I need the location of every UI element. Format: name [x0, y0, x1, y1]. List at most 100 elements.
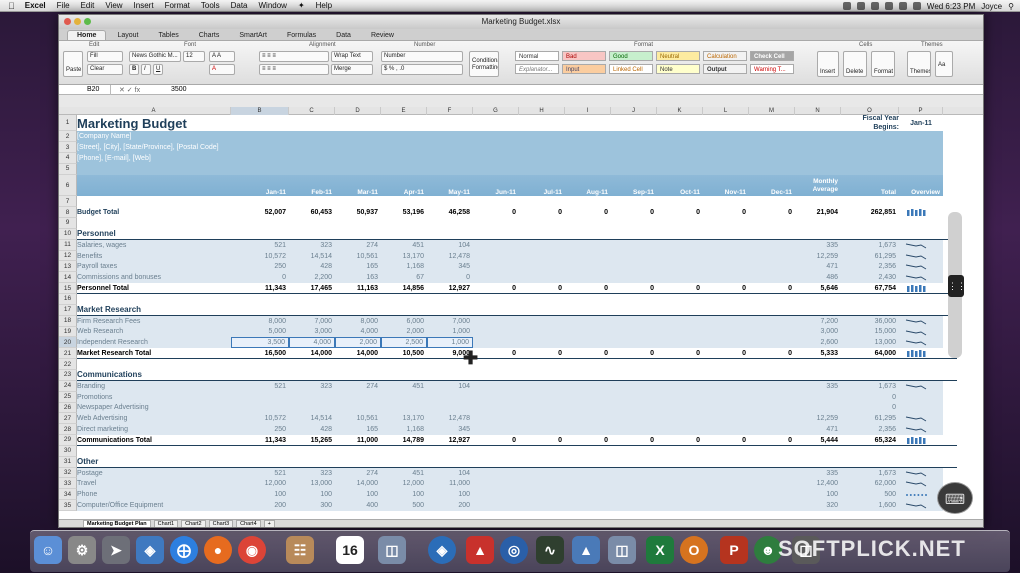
overview-header[interactable]: Overview — [899, 175, 943, 196]
value-cell[interactable]: 400 — [335, 500, 381, 511]
row-number[interactable]: 14 — [59, 272, 77, 284]
value-cell[interactable]: 300 — [289, 500, 335, 511]
total-cell[interactable]: 1,673 — [841, 381, 899, 392]
value-cell[interactable]: 165 — [335, 261, 381, 272]
value-cell[interactable]: 274 — [335, 240, 381, 251]
row-label[interactable]: Newspaper Advertising — [77, 403, 231, 414]
style-neutral[interactable]: Neutral — [656, 51, 700, 61]
total-cell[interactable]: 500 — [841, 489, 899, 500]
value-cell[interactable]: 451 — [381, 240, 427, 251]
value-cell[interactable]: 200 — [231, 500, 289, 511]
tab-layout[interactable]: Layout — [108, 31, 147, 40]
value-cell[interactable]: 100 — [381, 489, 427, 500]
column-header-i[interactable]: I — [565, 107, 611, 115]
row-number[interactable]: 22 — [59, 359, 77, 370]
total-cell[interactable]: 13,000 — [841, 337, 899, 348]
value-cell[interactable]: 60,453 — [289, 207, 335, 218]
menu-file[interactable]: File — [57, 1, 70, 10]
calendar-icon[interactable]: 16 — [336, 536, 364, 564]
row-label[interactable]: Benefits — [77, 251, 231, 262]
total-cell[interactable]: 36,000 — [841, 316, 899, 327]
row-number[interactable]: 29 — [59, 435, 77, 446]
contacts-icon[interactable]: ☷ — [286, 536, 314, 564]
row-number[interactable]: 5 — [59, 163, 77, 175]
status-icon[interactable] — [870, 2, 879, 10]
column-header-e[interactable]: E — [381, 107, 427, 115]
column-header-b[interactable]: B — [231, 107, 289, 115]
row-number[interactable]: 9 — [59, 218, 77, 229]
value-cell[interactable]: 10,572 — [231, 251, 289, 262]
value-cell[interactable]: 13,000 — [289, 478, 335, 489]
value-cell[interactable]: 165 — [335, 424, 381, 435]
activity-icon[interactable]: ∿ — [536, 536, 564, 564]
row-number[interactable]: 12 — [59, 250, 77, 262]
row-number[interactable]: 28 — [59, 424, 77, 436]
value-cell[interactable]: 0 — [519, 207, 565, 218]
column-header-h[interactable]: H — [519, 107, 565, 115]
average-cell[interactable]: 12,259 — [795, 251, 841, 262]
average-cell[interactable]: 471 — [795, 261, 841, 272]
sheet-title[interactable]: Marketing Budget — [77, 115, 231, 131]
value-cell[interactable]: 12,478 — [427, 251, 473, 262]
value-cell[interactable]: 10,561 — [335, 251, 381, 262]
total-cell[interactable]: 2,356 — [841, 424, 899, 435]
app-store-icon[interactable]: ▲ — [572, 536, 600, 564]
row-label[interactable]: Promotions — [77, 392, 231, 403]
menu-insert[interactable]: Insert — [134, 1, 154, 10]
section-heading[interactable]: Other — [77, 457, 957, 468]
keyboard-icon[interactable]: ⌨ — [937, 482, 973, 514]
value-cell[interactable]: 521 — [231, 381, 289, 392]
value-cell[interactable]: 53,196 — [381, 207, 427, 218]
style-input[interactable]: Input — [562, 64, 606, 74]
value-cell[interactable]: 0 — [231, 272, 289, 283]
mouse-icon[interactable]: ◫ — [608, 536, 636, 564]
style-normal[interactable]: Normal — [515, 51, 559, 61]
average-cell[interactable]: 486 — [795, 272, 841, 283]
month-header[interactable]: May-11 — [427, 175, 473, 196]
zoom-icon[interactable] — [84, 18, 91, 25]
row-number[interactable]: 2 — [59, 131, 77, 143]
style-note[interactable]: Note — [656, 64, 700, 74]
value-cell[interactable]: 521 — [231, 468, 289, 479]
wifi-icon[interactable] — [884, 2, 893, 10]
column-header-g[interactable]: G — [473, 107, 519, 115]
value-cell[interactable]: 274 — [335, 468, 381, 479]
row-number[interactable]: 23 — [59, 369, 77, 381]
value-cell[interactable]: 0 — [473, 207, 519, 218]
row-label[interactable]: Web Advertising — [77, 413, 231, 424]
menubar-user[interactable]: Joyce — [981, 2, 1002, 11]
month-header[interactable]: Sep-11 — [611, 175, 657, 196]
merge-button[interactable]: Merge — [331, 64, 373, 75]
tab-review[interactable]: Review — [362, 31, 403, 40]
launchpad-icon[interactable]: ➤ — [102, 536, 130, 564]
tab-data[interactable]: Data — [327, 31, 360, 40]
column-header-m[interactable]: M — [749, 107, 795, 115]
value-cell[interactable]: 163 — [335, 272, 381, 283]
menu-tools[interactable]: Tools — [201, 1, 220, 10]
row-label[interactable]: Commissions and bonuses — [77, 272, 231, 283]
value-cell[interactable]: 428 — [289, 261, 335, 272]
row-number[interactable]: 8 — [59, 207, 77, 219]
value-cell[interactable]: 104 — [427, 468, 473, 479]
value-cell[interactable]: 104 — [427, 381, 473, 392]
average-cell[interactable]: 7,200 — [795, 316, 841, 327]
total-cell[interactable]: 1,673 — [841, 240, 899, 251]
row-number[interactable]: 21 — [59, 348, 77, 360]
total-cell[interactable]: 0 — [841, 403, 899, 414]
number-format-select[interactable]: Number — [381, 51, 463, 62]
sheet-tab[interactable]: Marketing Budget Plan — [83, 519, 151, 527]
apple-icon[interactable]:  — [8, 1, 15, 11]
value-cell[interactable]: 13,170 — [381, 251, 427, 262]
row-number[interactable]: 1 — [59, 115, 77, 132]
value-cell[interactable]: 10,561 — [335, 413, 381, 424]
value-cell[interactable]: 14,514 — [289, 251, 335, 262]
value-cell[interactable]: 0 — [565, 207, 611, 218]
value-cell[interactable]: 10,572 — [231, 413, 289, 424]
total-cell[interactable]: 2,430 — [841, 272, 899, 283]
row-number[interactable]: 10 — [59, 228, 77, 240]
value-cell[interactable]: 1,000 — [427, 337, 473, 349]
row-number[interactable]: 6 — [59, 174, 77, 197]
column-header-l[interactable]: L — [703, 107, 749, 115]
column-header-f[interactable]: F — [427, 107, 473, 115]
row-label[interactable]: Travel — [77, 478, 231, 489]
